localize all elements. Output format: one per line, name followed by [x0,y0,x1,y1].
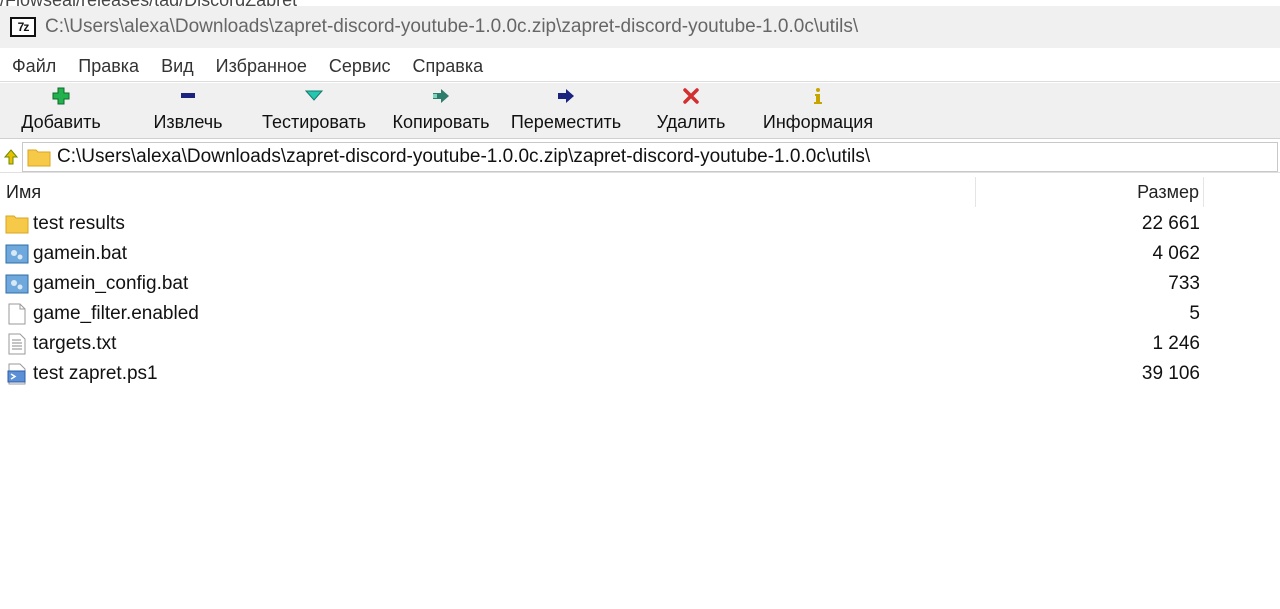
file-size: 5 [1189,303,1200,324]
copy-button[interactable]: Копировать [382,83,500,139]
column-header-name[interactable]: Имя [0,177,976,207]
delete-button-label: Удалить [656,112,726,132]
file-row[interactable]: game_filter.enabled 5 [0,299,1280,329]
menu-favorites[interactable]: Избранное [208,56,315,77]
menu-bar: Файл Правка Вид Избранное Сервис Справка [0,52,1280,82]
up-folder-icon [4,148,18,164]
go-up-button[interactable] [0,142,22,172]
file-row[interactable]: targets.txt 1 246 [0,329,1280,359]
info-icon [808,86,828,106]
address-path: C:\Users\alexa\Downloads\zapret-discord-… [57,145,871,167]
menu-help[interactable]: Справка [405,56,492,77]
powershell-file-icon [5,363,29,385]
menu-edit[interactable]: Правка [70,56,147,77]
file-size: 4 062 [1152,243,1200,264]
file-row[interactable]: gamein.bat 4 062 [0,239,1280,269]
file-size: 733 [1168,273,1200,294]
plus-icon [51,86,71,106]
file-name: targets.txt [33,333,117,354]
file-name: gamein.bat [33,243,128,264]
file-size: 1 246 [1152,333,1200,354]
menu-view[interactable]: Вид [153,56,202,77]
extract-button[interactable]: Извлечь [142,83,234,139]
delete-x-icon [681,86,701,106]
info-button-label: Информация [762,112,874,132]
add-button-label: Добавить [21,112,101,132]
file-name: gamein_config.bat [33,273,189,294]
file-row[interactable]: test results 22 661 [0,209,1280,239]
column-header-size[interactable]: Размер [977,177,1204,207]
batch-file-icon [5,243,29,265]
blank-file-icon [5,303,29,325]
move-button-label: Переместить [510,112,622,132]
move-arrow-icon [556,86,576,106]
window-title: C:\Users\alexa\Downloads\zapret-discord-… [45,16,859,37]
check-arrow-icon [304,86,324,106]
address-bar: C:\Users\alexa\Downloads\zapret-discord-… [0,141,1280,173]
menu-file[interactable]: Файл [4,56,64,77]
file-size: 39 106 [1141,363,1200,384]
text-file-icon [5,333,29,355]
test-button-label: Тестировать [262,112,366,132]
file-row[interactable]: test zapret.ps1 39 106 [0,359,1280,389]
move-button[interactable]: Переместить [503,83,629,139]
address-field[interactable]: C:\Users\alexa\Downloads\zapret-discord-… [22,141,1278,172]
7zip-app-icon: 7z [10,17,36,37]
info-button[interactable]: Информация [754,83,882,139]
delete-button[interactable]: Удалить [648,83,734,139]
folder-icon [27,149,51,166]
file-list: test results 22 661 gamein.bat 4 062 gam… [0,209,1280,389]
extract-button-label: Извлечь [153,112,223,132]
batch-file-icon [5,273,29,295]
menu-tools[interactable]: Сервис [321,56,399,77]
copy-arrow-icon [431,86,451,106]
toolbar: Добавить Извлечь Тестировать Копировать … [0,83,1280,139]
test-button[interactable]: Тестировать [254,83,374,139]
file-name: test zapret.ps1 [33,363,158,384]
folder-icon [5,213,29,235]
file-list-header: Имя Размер [0,177,1280,207]
title-bar: 7z C:\Users\alexa\Downloads\zapret-disco… [0,6,1280,48]
add-button[interactable]: Добавить [12,83,110,139]
file-row[interactable]: gamein_config.bat 733 [0,269,1280,299]
copy-button-label: Копировать [392,112,490,132]
file-size: 22 661 [1141,213,1200,234]
file-name: test results [33,213,125,234]
file-name: game_filter.enabled [33,303,199,324]
minus-icon [178,86,198,106]
